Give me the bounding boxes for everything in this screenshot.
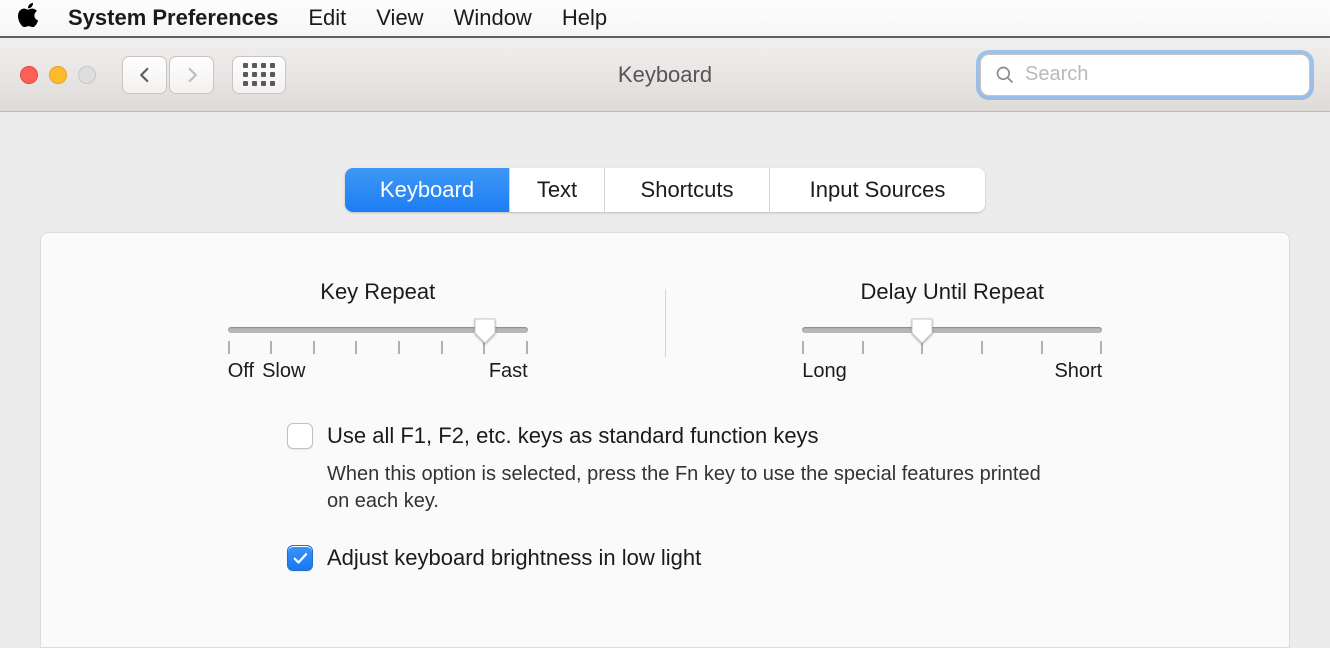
zoom-window-button: [78, 66, 96, 84]
apple-menu-icon[interactable]: [18, 3, 40, 33]
key-repeat-right: Fast: [489, 360, 528, 383]
menubar: System Preferences Edit View Window Help: [0, 0, 1330, 38]
prefpane-body: Keyboard Text Shortcuts Input Sources Ke…: [0, 112, 1330, 648]
tab-shortcuts[interactable]: Shortcuts: [605, 168, 770, 212]
fn-keys-checkbox[interactable]: [287, 423, 313, 449]
tab-text[interactable]: Text: [510, 168, 605, 212]
menu-window[interactable]: Window: [454, 5, 532, 31]
app-name[interactable]: System Preferences: [68, 5, 278, 31]
delay-slider[interactable]: [802, 327, 1102, 354]
forward-button[interactable]: [169, 56, 214, 94]
tab-bar: Keyboard Text Shortcuts Input Sources: [345, 168, 985, 212]
search-icon: [995, 65, 1015, 85]
delay-right: Short: [1054, 360, 1102, 383]
delay-block: Delay Until Repeat Long Short: [666, 279, 1240, 383]
menu-view[interactable]: View: [376, 5, 423, 31]
key-repeat-left-a: Off: [228, 360, 254, 383]
show-all-button[interactable]: [232, 56, 286, 94]
delay-title: Delay Until Repeat: [716, 279, 1190, 305]
fn-keys-desc: When this option is selected, press the …: [327, 461, 1047, 515]
close-window-button[interactable]: [20, 66, 38, 84]
menu-edit[interactable]: Edit: [308, 5, 346, 31]
options-list: Use all F1, F2, etc. keys as standard fu…: [41, 423, 1289, 571]
key-repeat-block: Key Repeat Off Slow Fast: [91, 279, 665, 383]
window-title: Keyboard: [618, 62, 712, 88]
back-button[interactable]: [122, 56, 167, 94]
tab-keyboard[interactable]: Keyboard: [345, 168, 510, 212]
delay-left: Long: [802, 360, 847, 383]
grid-icon: [243, 63, 275, 86]
brightness-label: Adjust keyboard brightness in low light: [327, 545, 701, 571]
brightness-option: Adjust keyboard brightness in low light: [287, 545, 1209, 571]
delay-thumb[interactable]: [910, 317, 934, 345]
menu-help[interactable]: Help: [562, 5, 607, 31]
window-controls: [20, 66, 96, 84]
settings-panel: Key Repeat Off Slow Fast: [40, 232, 1290, 648]
search-field-wrap[interactable]: [980, 54, 1310, 96]
fn-keys-option: Use all F1, F2, etc. keys as standard fu…: [287, 423, 1209, 449]
key-repeat-slider[interactable]: [228, 327, 528, 354]
key-repeat-title: Key Repeat: [141, 279, 615, 305]
key-repeat-thumb[interactable]: [473, 317, 497, 345]
fn-keys-label: Use all F1, F2, etc. keys as standard fu…: [327, 423, 819, 449]
key-repeat-left-b: Slow: [262, 360, 305, 383]
tab-input-sources[interactable]: Input Sources: [770, 168, 985, 212]
minimize-window-button[interactable]: [49, 66, 67, 84]
search-input[interactable]: [1025, 63, 1295, 86]
window-toolbar: Keyboard: [0, 38, 1330, 112]
nav-buttons: [122, 56, 214, 94]
brightness-checkbox[interactable]: [287, 545, 313, 571]
